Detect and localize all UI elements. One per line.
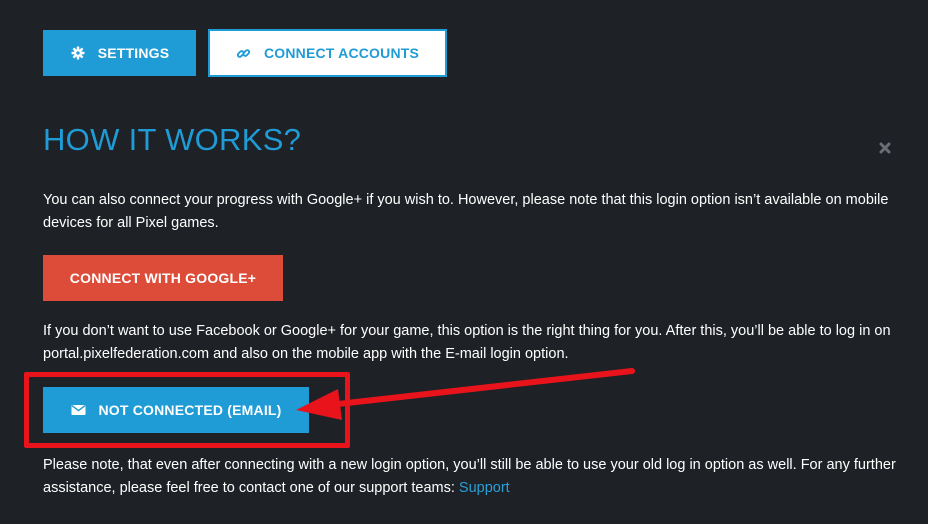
google-description: You can also connect your progress with … bbox=[43, 192, 889, 231]
gear-icon bbox=[70, 45, 86, 61]
settings-button[interactable]: SETTINGS bbox=[43, 30, 196, 76]
footer-note: Please note, that even after connecting … bbox=[43, 454, 913, 500]
connect-email-button[interactable]: NOT CONNECTED (EMAIL) bbox=[43, 387, 309, 433]
support-link[interactable]: Support bbox=[459, 480, 510, 496]
link-icon bbox=[236, 45, 252, 61]
envelope-icon bbox=[70, 402, 86, 418]
connect-accounts-page: SETTINGS CONNECT ACCOUNTS HOW IT WORKS? … bbox=[0, 0, 928, 524]
connect-email-label: NOT CONNECTED (EMAIL) bbox=[98, 402, 282, 418]
section-title: HOW IT WORKS? bbox=[43, 122, 302, 157]
connect-accounts-button[interactable]: CONNECT ACCOUNTS bbox=[208, 29, 447, 77]
connect-google-button[interactable]: CONNECT WITH GOOGLE+ bbox=[43, 255, 283, 301]
settings-label: SETTINGS bbox=[97, 45, 170, 61]
connect-accounts-label: CONNECT ACCOUNTS bbox=[263, 45, 420, 61]
close-icon[interactable] bbox=[876, 139, 894, 157]
email-description: If you don’t want to use Facebook or Goo… bbox=[43, 323, 891, 362]
connect-google-label: CONNECT WITH GOOGLE+ bbox=[69, 270, 257, 286]
